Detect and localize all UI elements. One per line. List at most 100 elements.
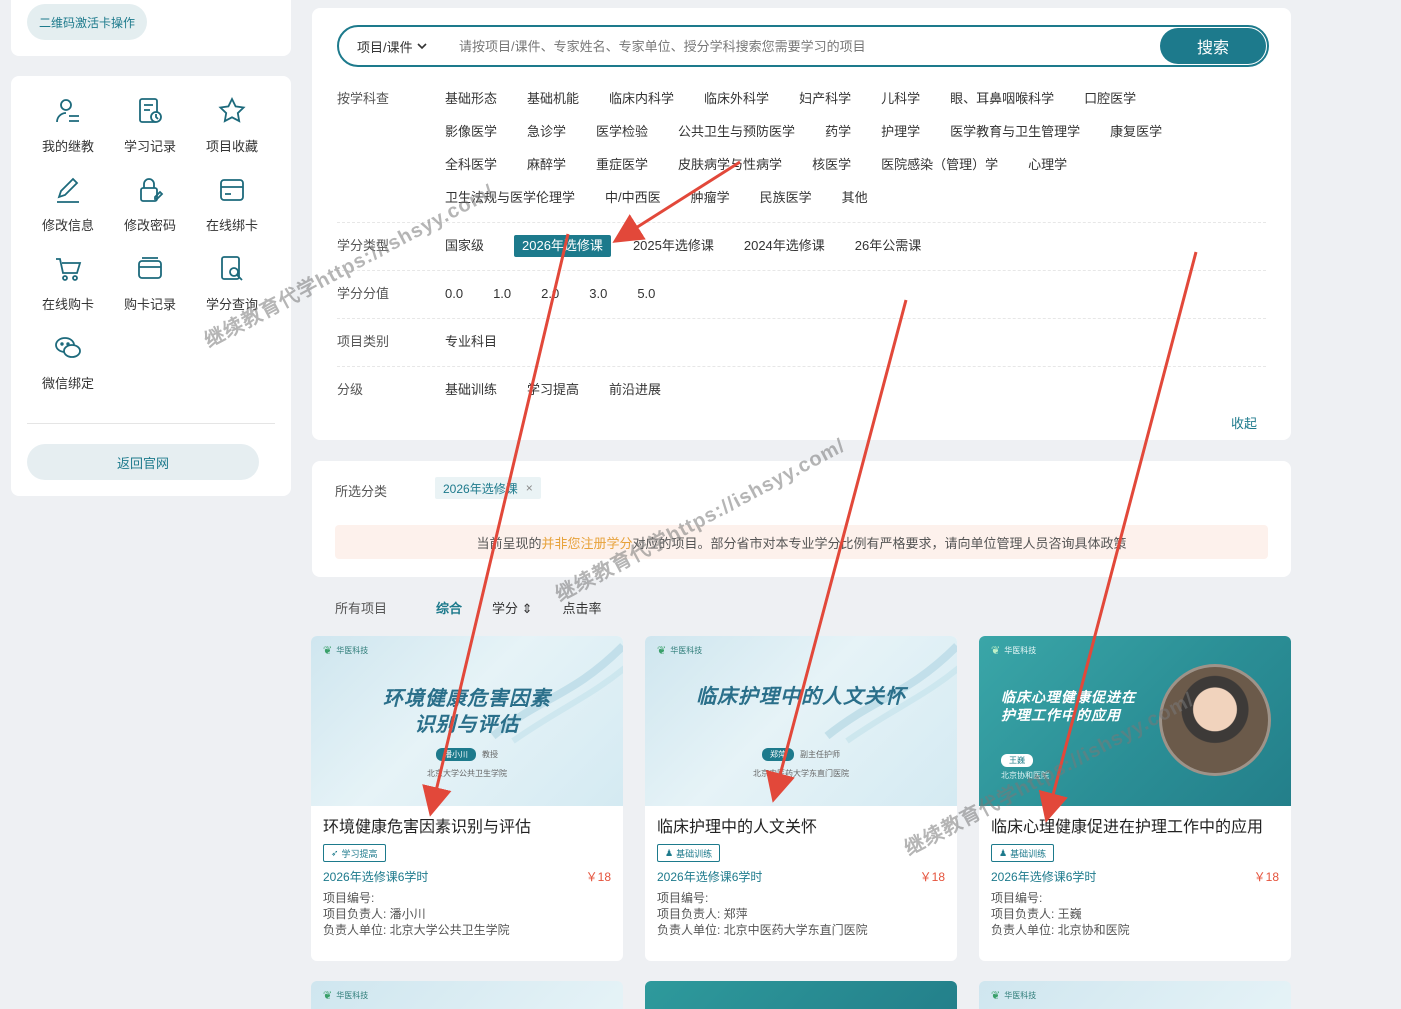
search-scope-select[interactable]: 项目/课件: [339, 37, 459, 56]
filter-option[interactable]: 医院感染（管理）学: [881, 154, 998, 187]
sidebar-item-bind-card[interactable]: 在线绑卡: [191, 175, 273, 234]
sidebar-item-my-education[interactable]: 我的继教: [27, 96, 109, 155]
course-card[interactable]: ❦ 华医科技 临床护理中的人文关怀 郑萍 副主任护师 北京中医药大学东直门医院 临床…: [645, 636, 957, 961]
cover-speaker: 潘小川 教授: [311, 748, 623, 761]
brand-name: 华医科技: [336, 646, 369, 655]
filter-option[interactable]: 肿瘤学: [691, 187, 730, 220]
sidebar-item-credit-query[interactable]: 学分查询: [191, 254, 273, 313]
search-doc-icon: [221, 256, 243, 281]
notice-highlight: 并非您注册学分: [541, 535, 633, 551]
filter-option[interactable]: 麻醉学: [527, 154, 566, 187]
sidebar-item-label: 项目收藏: [205, 139, 258, 154]
filter-option[interactable]: 康复医学: [1110, 121, 1162, 154]
filter-option[interactable]: 临床内科学: [609, 88, 674, 121]
course-title[interactable]: 临床心理健康促进在护理工作中的应用: [991, 818, 1279, 838]
close-icon[interactable]: ×: [526, 481, 533, 495]
filter-option[interactable]: 核医学: [812, 154, 851, 187]
course-price: ￥18: [1253, 870, 1279, 884]
notice-text-pre: 当前呈现的: [476, 535, 542, 551]
filter-option[interactable]: 基础训练: [445, 379, 497, 412]
filter-option[interactable]: 口腔医学: [1084, 88, 1136, 121]
course-unit: 负责人单位: 北京大学公共卫生学院: [323, 923, 510, 937]
course-title[interactable]: 临床护理中的人文关怀: [657, 818, 945, 838]
sidebar-item-label: 我的继教: [41, 139, 94, 154]
selected-tag[interactable]: 2026年选修课 ×: [435, 477, 541, 499]
filter-option[interactable]: 心理学: [1028, 154, 1067, 187]
filter-option[interactable]: 药学: [825, 121, 851, 154]
course-card-partial[interactable]: ❦ 华医科技: [979, 981, 1291, 1009]
filter-option[interactable]: 皮肤病学与性病学: [678, 154, 782, 187]
filter-option[interactable]: 医学检验: [596, 121, 648, 154]
filter-option[interactable]: 公共卫生与预防医学: [678, 121, 795, 154]
filter-option[interactable]: 儿科学: [881, 88, 920, 121]
filter-option[interactable]: 前沿进展: [609, 379, 661, 412]
filter-options: 基础形态 基础机能 临床内科学 临床外科学 妇产科学 儿科学 眼、耳鼻咽喉科学 口腔医学影像医…: [445, 88, 1245, 220]
sort-credit[interactable]: 学分 ⇕: [492, 598, 533, 617]
filter-option[interactable]: 2024年选修课: [744, 235, 825, 268]
filter-option[interactable]: 医学教育与卫生管理学: [950, 121, 1080, 154]
brand-logo: ❦ 华医科技: [323, 989, 368, 1002]
filter-option[interactable]: 妇产科学: [799, 88, 851, 121]
leaf-icon: ❦: [323, 990, 333, 1002]
filter-divider: [337, 318, 1266, 319]
filter-row-subject: 按学科查 基础形态 基础机能 临床内科学 临床外科学 妇产科学 儿科学 眼、耳鼻咽喉科学 口腔…: [337, 88, 1266, 220]
sidebar-item-wechat[interactable]: 微信绑定: [27, 333, 109, 392]
filter-option[interactable]: 护理学: [881, 121, 920, 154]
filter-option[interactable]: 急诊学: [527, 121, 566, 154]
course-card[interactable]: ❦ 华医科技 环境健康危害因素 识别与评估 潘小川 教授 北京大学公共卫生学院 环境健…: [311, 636, 623, 961]
brand-logo: ❦ 华医科技: [991, 989, 1036, 1002]
sidebar-item-study-record[interactable]: 学习记录: [109, 96, 191, 155]
brand-name: 华医科技: [1004, 991, 1037, 1000]
course-title[interactable]: 环境健康危害因素识别与评估: [323, 818, 611, 838]
search-button[interactable]: 搜索: [1160, 28, 1266, 64]
filter-label: 按学科查: [337, 91, 390, 106]
sidebar-item-favorites[interactable]: 项目收藏: [191, 96, 273, 155]
filter-option[interactable]: 专业科目: [445, 331, 497, 364]
filter-option[interactable]: 重症医学: [596, 154, 648, 187]
study-record-icon: [139, 98, 162, 123]
sidebar-item-card-record[interactable]: 购卡记录: [109, 254, 191, 313]
filter-option[interactable]: 中/中西医: [605, 187, 661, 220]
filter-option[interactable]: 5.0: [637, 283, 655, 316]
filter-option[interactable]: 2.0: [541, 283, 559, 316]
sort-bar: 所有项目 综合 学分 ⇕ 点击率: [335, 598, 632, 617]
filter-option[interactable]: 2026年选修课: [514, 235, 611, 257]
course-owner: 项目负责人: 郑萍: [657, 907, 748, 921]
sidebar-divider: [27, 423, 275, 424]
selected-label: 所选分类: [335, 484, 388, 499]
badge-label: 基础训练: [1010, 848, 1047, 859]
sort-clicks[interactable]: 点击率: [563, 598, 602, 617]
search-input[interactable]: [459, 38, 1160, 54]
sidebar-item-buy-card[interactable]: 在线购卡: [27, 254, 109, 313]
filter-option[interactable]: 其他: [842, 187, 868, 220]
course-card-partial[interactable]: [645, 981, 957, 1009]
course-card-partial[interactable]: ❦ 华医科技: [311, 981, 623, 1009]
filter-option[interactable]: 2025年选修课: [633, 235, 714, 268]
sidebar-item-edit-info[interactable]: 修改信息: [27, 175, 109, 234]
back-to-site-button[interactable]: 返回官网: [27, 444, 259, 480]
sort-comprehensive[interactable]: 综合: [436, 598, 462, 617]
course-card[interactable]: ❦ 华医科技 临床心理健康促进在 护理工作中的应用 王巍 北京协和医院 临床心理健康…: [979, 636, 1291, 961]
filter-option[interactable]: 26年公需课: [855, 235, 921, 268]
filter-option[interactable]: 临床外科学: [704, 88, 769, 121]
filter-option[interactable]: 卫生法规与医学伦理学: [445, 187, 575, 220]
collapse-link[interactable]: 收起: [1231, 413, 1257, 432]
filter-option[interactable]: 0.0: [445, 283, 463, 316]
filter-divider: [337, 366, 1266, 367]
filter-option[interactable]: 影像医学: [445, 121, 497, 154]
notice-text-post: 对应的项目。部分省市对本专业学分比例有严格要求，请向单位管理人员咨询具体政策: [632, 535, 1127, 551]
filter-option[interactable]: 全科医学: [445, 154, 497, 187]
filter-option[interactable]: 民族医学: [760, 187, 812, 220]
filter-option[interactable]: 学习提高: [527, 379, 579, 412]
filter-option[interactable]: 1.0: [493, 283, 511, 316]
qr-activate-button[interactable]: 二维码激活卡操作: [27, 4, 147, 40]
leaf-icon: ❦: [657, 645, 667, 657]
filter-option[interactable]: 国家级: [445, 235, 484, 268]
filter-option[interactable]: 基础机能: [527, 88, 579, 121]
sidebar-item-change-password[interactable]: 修改密码: [109, 175, 191, 234]
filter-option[interactable]: 眼、耳鼻咽喉科学: [950, 88, 1054, 121]
filter-option[interactable]: 基础形态: [445, 88, 497, 121]
badge-label: 基础训练: [676, 848, 713, 859]
filter-option[interactable]: 3.0: [589, 283, 607, 316]
sidebar-item-label: 在线购卡: [41, 297, 94, 312]
